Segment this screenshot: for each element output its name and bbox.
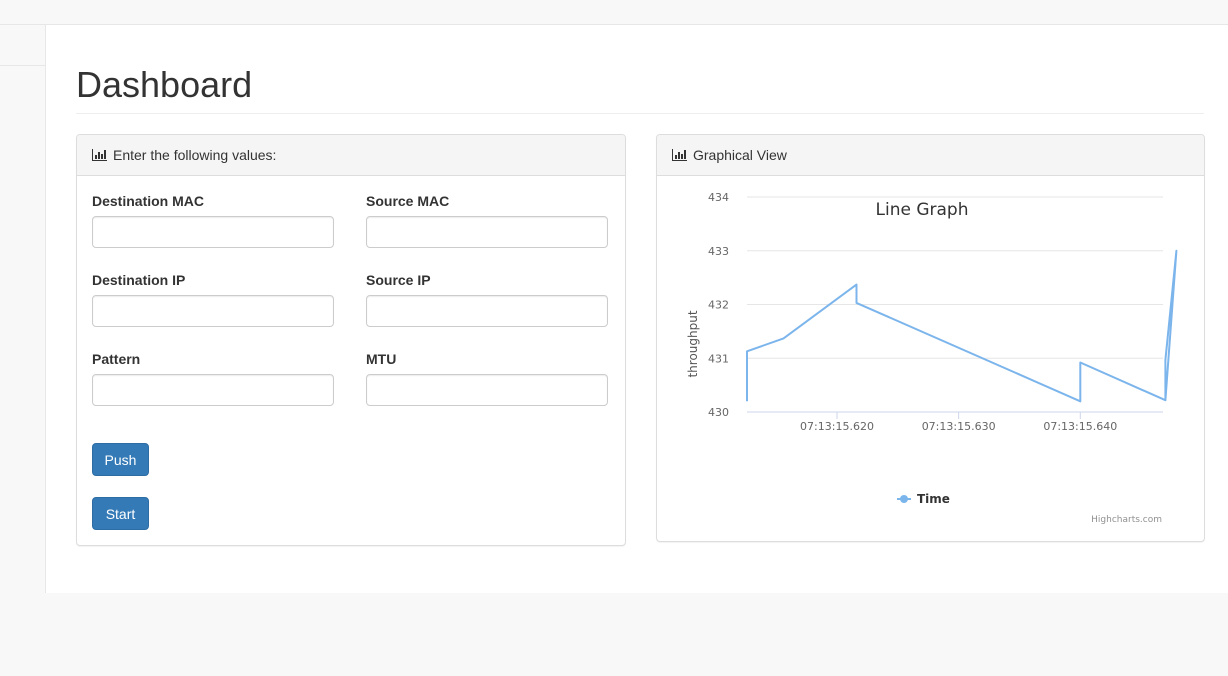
y-tick-label: 432 bbox=[708, 299, 729, 312]
mtu-input[interactable] bbox=[366, 374, 608, 406]
page-title: Dashboard bbox=[76, 64, 253, 105]
top-navbar bbox=[0, 0, 1228, 25]
start-button[interactable]: Start bbox=[92, 497, 149, 530]
pattern-label: Pattern bbox=[92, 351, 141, 367]
chart-series bbox=[746, 249, 1178, 403]
form-panel-heading: Enter the following values: bbox=[77, 135, 625, 176]
bar-chart-icon bbox=[92, 149, 107, 161]
legend-marker bbox=[900, 495, 908, 503]
page-wrapper: Dashboard Enter the following values: De… bbox=[46, 25, 1228, 593]
chart-legend[interactable]: Time bbox=[897, 492, 950, 506]
legend-item-time[interactable]: Time bbox=[917, 492, 950, 506]
form-panel-title: Enter the following values: bbox=[113, 147, 277, 163]
series-line-time[interactable] bbox=[746, 249, 1178, 403]
chart-title: Line Graph bbox=[876, 200, 969, 220]
source-ip-label: Source IP bbox=[366, 272, 431, 288]
destination-mac-label: Destination MAC bbox=[92, 193, 204, 209]
line-chart: Line Graph 430431432433434 07:13:15.620 0… bbox=[686, 191, 1178, 525]
y-axis-title: throughput bbox=[686, 310, 700, 377]
sidebar bbox=[0, 25, 46, 593]
y-tick-label: 431 bbox=[708, 352, 729, 365]
push-button[interactable]: Push bbox=[92, 443, 149, 476]
x-axis: 07:13:15.620 07:13:15.630 07:13:15.640 bbox=[800, 412, 1117, 433]
x-tick-label: 07:13:15.620 bbox=[800, 420, 874, 433]
x-tick-label: 07:13:15.630 bbox=[922, 420, 996, 433]
y-tick-label: 433 bbox=[708, 245, 729, 258]
y-tick-label: 430 bbox=[708, 406, 729, 419]
chart-panel-title: Graphical View bbox=[693, 147, 787, 163]
bar-chart-icon bbox=[672, 149, 687, 161]
y-axis: 430 431 432 433 434 bbox=[708, 191, 729, 419]
chart-panel-heading: Graphical View bbox=[657, 135, 1204, 176]
destination-ip-label: Destination IP bbox=[92, 272, 186, 288]
source-mac-label: Source MAC bbox=[366, 193, 450, 209]
source-mac-input[interactable] bbox=[366, 216, 608, 248]
pattern-input[interactable] bbox=[92, 374, 334, 406]
sidebar-divider bbox=[0, 65, 45, 66]
destination-mac-input[interactable] bbox=[92, 216, 334, 248]
destination-ip-input[interactable] bbox=[92, 295, 334, 327]
y-tick-label: 434 bbox=[708, 191, 729, 204]
chart-gridlines bbox=[747, 196, 1163, 413]
chart-panel: Graphical View Line Graph 430 431 432 433 43… bbox=[656, 134, 1205, 542]
title-divider bbox=[76, 113, 1204, 114]
highcharts-credits[interactable]: Highcharts.com bbox=[1091, 515, 1162, 525]
x-tick-label: 07:13:15.640 bbox=[1043, 420, 1117, 433]
mtu-label: MTU bbox=[366, 351, 397, 367]
source-ip-input[interactable] bbox=[366, 295, 608, 327]
form-panel: Enter the following values: Destination … bbox=[76, 134, 626, 546]
